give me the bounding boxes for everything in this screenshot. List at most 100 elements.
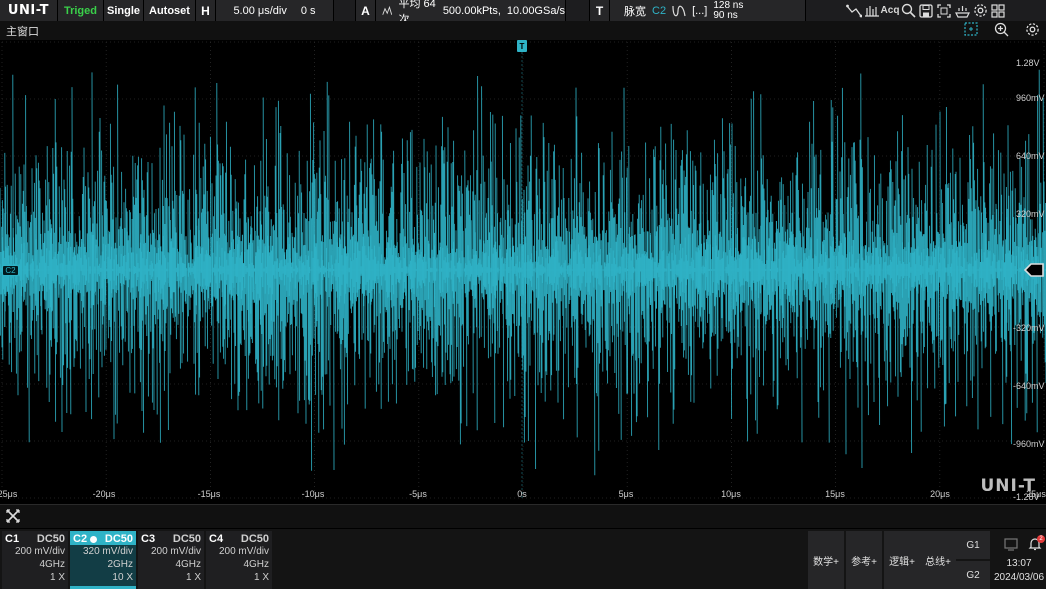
windows-layout-icon[interactable] bbox=[989, 2, 1007, 20]
cursor-icon[interactable] bbox=[845, 2, 863, 20]
timebase-value: 5.00 μs/div bbox=[233, 4, 287, 17]
measurement-strip bbox=[0, 504, 1046, 528]
clock: 13:07 2024/03/06 bbox=[992, 557, 1046, 585]
save-icon[interactable] bbox=[917, 2, 935, 20]
math-menu-button[interactable]: 数学+ bbox=[808, 531, 844, 589]
zoom-box-icon[interactable] bbox=[964, 22, 978, 39]
waveform-canvas bbox=[0, 41, 1046, 499]
channel-scale: 200 mV/div bbox=[14, 546, 65, 557]
trigger-lower-limit: 90 ns bbox=[713, 9, 738, 21]
time-label: -10μs bbox=[301, 489, 325, 499]
active-channel-dot-icon bbox=[90, 535, 98, 543]
channel-1-box[interactable]: C1 DC50 200 mV/div 4GHz 1 X bbox=[2, 531, 68, 589]
channel-coupling: DC50 bbox=[36, 533, 65, 545]
time-label: -25μs bbox=[0, 489, 18, 499]
channel-2-box[interactable]: C2 DC50 320 mV/div 2GHz 10 X bbox=[70, 531, 136, 589]
time-label: 0s bbox=[517, 489, 527, 499]
window-tools bbox=[964, 21, 1040, 40]
window-title-bar: 主窗口 bbox=[0, 21, 1046, 40]
autoset-button[interactable]: Autoset bbox=[144, 0, 196, 21]
volt-label: 1.28V bbox=[1016, 58, 1040, 68]
acq-rate-text: 10.00GSa/s bbox=[506, 4, 565, 17]
channel-name: C3 bbox=[141, 533, 156, 545]
acquisition-info[interactable]: 平均 64次, 500.00kPts, 10.00GSa/s bbox=[376, 0, 566, 26]
trigger-settings[interactable]: 脉宽 C2 [...] 128 ns 90 ns bbox=[610, 0, 806, 21]
volt-label: 640mV bbox=[1016, 151, 1045, 161]
channel-probe: 10 X bbox=[112, 572, 133, 583]
horizontal-label[interactable]: H bbox=[196, 0, 216, 21]
clock-time: 13:07 bbox=[1006, 558, 1032, 569]
channel-name: C1 bbox=[5, 533, 20, 545]
bus-menu-button[interactable]: 总线+ bbox=[920, 531, 956, 589]
volt-label: 320mV bbox=[1016, 209, 1045, 219]
acquire-mode-icon bbox=[382, 5, 393, 15]
trigger-label[interactable]: T bbox=[590, 0, 610, 21]
horizontal-offset-value: 0 s bbox=[300, 4, 316, 17]
channel-probe: 1 X bbox=[49, 572, 65, 583]
window-title: 主窗口 bbox=[6, 25, 39, 38]
trigger-upper-limit: 128 ns bbox=[713, 0, 744, 11]
logic-menu-button[interactable]: 逻辑+ bbox=[884, 531, 920, 589]
spacer bbox=[334, 0, 356, 21]
group-2-button[interactable]: G2 bbox=[956, 561, 990, 589]
bottom-channel-bar: C1 DC50 200 mV/div 4GHz 1 X C2 DC50 320 mV… bbox=[0, 529, 1046, 589]
measure-icon[interactable] bbox=[863, 2, 881, 20]
volt-label: -320mV bbox=[1013, 323, 1045, 333]
channel-3-box[interactable]: C3 DC50 200 mV/div 4GHz 1 X bbox=[138, 531, 204, 589]
clock-date: 2024/03/06 bbox=[993, 572, 1045, 583]
single-button[interactable]: Single bbox=[104, 0, 144, 21]
time-label: 15μs bbox=[825, 489, 845, 499]
time-label: -15μs bbox=[197, 489, 221, 499]
timebase-control[interactable]: 5.00 μs/div 0 s bbox=[216, 0, 334, 21]
time-label: -20μs bbox=[92, 489, 116, 499]
top-toolbar: UNI-T Triged Single Autoset H 5.00 μs/di… bbox=[0, 0, 1046, 26]
acquire-label[interactable]: A bbox=[356, 0, 376, 21]
channel-coupling: DC50 bbox=[104, 533, 133, 545]
channel-scale: 200 mV/div bbox=[218, 546, 269, 557]
channel-2-offset-marker[interactable]: C2 bbox=[2, 265, 19, 276]
trigger-times: 128 ns 90 ns bbox=[713, 0, 744, 21]
volt-label: 960mV bbox=[1016, 93, 1045, 103]
channel-name: C4 bbox=[209, 533, 224, 545]
acq-points-text: 500.00kPts, bbox=[442, 4, 501, 17]
pulse-width-icon bbox=[672, 5, 686, 16]
time-label: 20μs bbox=[930, 489, 950, 499]
window-settings-icon[interactable] bbox=[1025, 22, 1040, 40]
settings-gear-icon[interactable] bbox=[971, 2, 989, 20]
brand-watermark: UNI-T bbox=[980, 476, 1036, 496]
spacer bbox=[566, 0, 590, 21]
channel-4-box[interactable]: C4 DC50 200 mV/div 4GHz 1 X bbox=[206, 531, 272, 589]
close-measure-icon[interactable] bbox=[4, 507, 22, 525]
display-icon[interactable] bbox=[953, 2, 971, 20]
fullscreen-icon[interactable] bbox=[935, 2, 953, 20]
channel-probe: 1 X bbox=[253, 572, 269, 583]
volt-label: -640mV bbox=[1013, 381, 1045, 391]
trigger-condition-text: [...] bbox=[692, 4, 708, 17]
trigger-source-text: C2 bbox=[652, 4, 667, 17]
channel-name: C2 bbox=[73, 533, 88, 545]
channel-header: C4 DC50 bbox=[206, 531, 272, 545]
system-icons: 2 bbox=[1000, 535, 1046, 553]
zoom-in-icon[interactable] bbox=[994, 22, 1009, 40]
channel-bandwidth: 2GHz bbox=[107, 559, 133, 570]
time-label: -5μs bbox=[409, 489, 427, 499]
toolbar-icons: Acq bbox=[806, 0, 1046, 21]
brand-logo: UNI-T bbox=[0, 0, 58, 21]
remote-icon[interactable] bbox=[1004, 537, 1018, 551]
group-1-button[interactable]: G1 bbox=[956, 531, 990, 559]
channel-coupling: DC50 bbox=[172, 533, 201, 545]
notification-count-badge: 2 bbox=[1037, 535, 1045, 543]
trigger-status-button[interactable]: Triged bbox=[58, 0, 104, 21]
volt-label: -960mV bbox=[1013, 439, 1045, 449]
channel-probe: 1 X bbox=[185, 572, 201, 583]
channel-bandwidth: 4GHz bbox=[39, 559, 65, 570]
time-label: 10μs bbox=[721, 489, 741, 499]
trigger-type-text: 脉宽 bbox=[624, 5, 646, 18]
waveform-display[interactable]: T C2 1.28V 960mV 640mV 320mV -320mV -640… bbox=[0, 40, 1046, 502]
search-icon[interactable] bbox=[899, 2, 917, 20]
acquire-icon[interactable]: Acq bbox=[881, 2, 900, 20]
channel-scale: 200 mV/div bbox=[150, 546, 201, 557]
channel-bandwidth: 4GHz bbox=[175, 559, 201, 570]
trigger-position-marker[interactable]: T bbox=[517, 40, 527, 52]
ref-menu-button[interactable]: 参考+ bbox=[846, 531, 882, 589]
